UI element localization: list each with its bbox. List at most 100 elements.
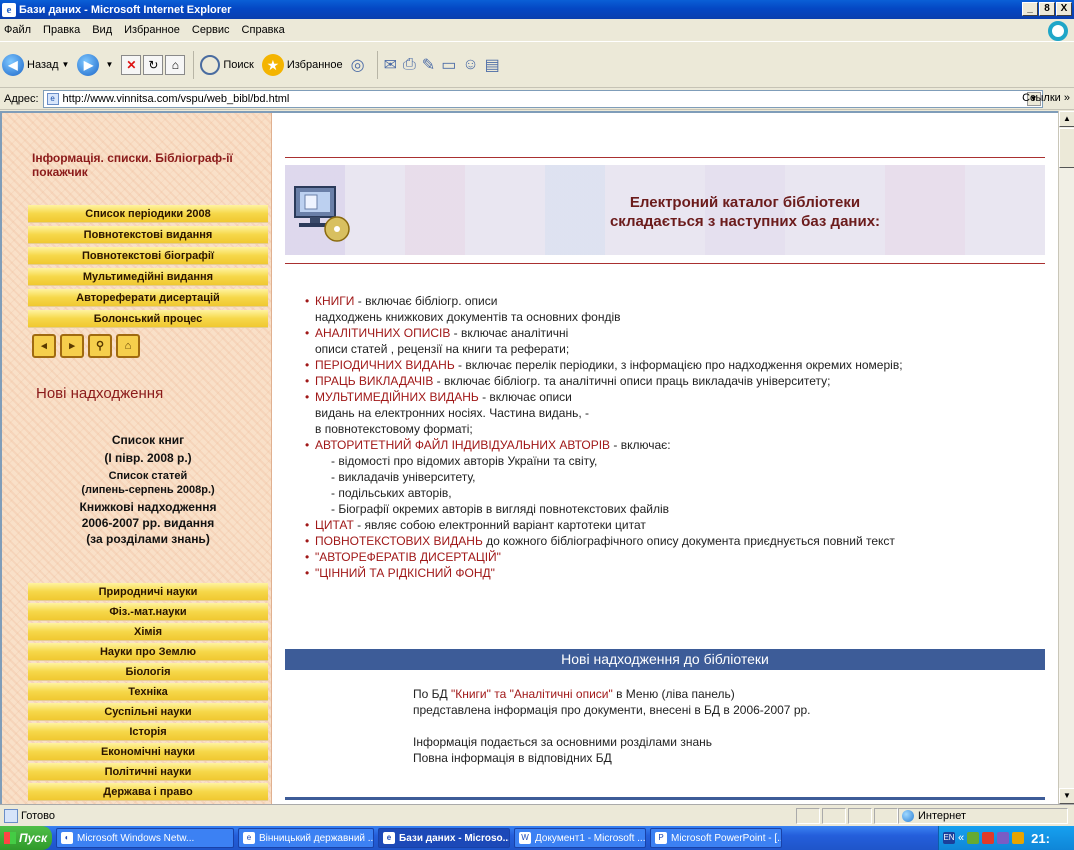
rare-fund-db-link[interactable]: "ЦІННИЙ ТА РІДКІСНИЙ ФОНД": [315, 566, 495, 580]
subject-social-sciences[interactable]: Суспільні науки: [28, 703, 268, 721]
subject-history[interactable]: Історія: [28, 723, 268, 741]
print-icon[interactable]: ⎙: [403, 56, 416, 74]
arrivals-links: Список книг (І півр. 2008 р.) Список ста…: [28, 431, 268, 547]
vertical-scrollbar[interactable]: ▲ ▼: [1058, 111, 1074, 804]
news-line2: представлена інформація про документи, в…: [413, 703, 811, 717]
teachers-db-link[interactable]: ПРАЦЬ ВИКЛАДАЧІВ: [315, 374, 433, 388]
toolbar-separator: [376, 50, 378, 79]
task-button-active[interactable]: e Бази даних - Microso...: [378, 828, 510, 848]
authority-db-link[interactable]: АВТОРИТЕТНИЙ ФАЙЛ ІНДИВІДУАЛЬНИХ АВТОРІВ: [315, 438, 610, 452]
subject-chemistry[interactable]: Хімія: [28, 623, 268, 641]
menu-edit[interactable]: Правка: [43, 24, 80, 36]
refresh-icon[interactable]: ↻: [143, 54, 164, 75]
back-button[interactable]: ◀ Назад ▼: [2, 53, 70, 76]
forward-button[interactable]: ▶ ▼: [77, 53, 113, 76]
news-db-link[interactable]: "Книги" та "Аналітичні описи": [451, 687, 613, 701]
edit-icon[interactable]: ✎: [422, 55, 435, 75]
subject-technology[interactable]: Техніка: [28, 683, 268, 701]
quotes-db-desc: - являє собою електронний варіант картот…: [353, 518, 646, 532]
multimedia-db-link[interactable]: МУЛЬТИМЕДІЙНИХ ВИДАНЬ: [315, 390, 479, 404]
book-arrivals-line2[interactable]: 2006-2007 рр. видання: [28, 515, 268, 531]
scroll-down-arrow-icon[interactable]: ▼: [1059, 788, 1074, 804]
books-list-period[interactable]: (І півр. 2008 р.): [28, 449, 268, 467]
menu-fulltext-editions[interactable]: Повнотекстові видання: [28, 226, 268, 244]
messenger-icon[interactable]: ☺: [462, 56, 478, 74]
fulltext-db-link[interactable]: ПОВНОТЕКСТОВИХ ВИДАНЬ: [315, 534, 483, 548]
periodic-db-desc: - включає перелік періодики, з інформаці…: [454, 358, 903, 372]
menu-favorites[interactable]: Избранное: [124, 24, 180, 36]
subject-earth-sciences[interactable]: Науки про Землю: [28, 643, 268, 661]
media-icon[interactable]: ◎: [351, 55, 365, 75]
task-button[interactable]: ◐ Microsoft Windows Netw...: [56, 828, 234, 848]
tray-expand-icon[interactable]: «: [958, 832, 964, 844]
books-list-link[interactable]: Список книг: [28, 431, 268, 449]
folder-icon[interactable]: ▭: [441, 55, 456, 75]
tray-app-icon[interactable]: [997, 832, 1010, 844]
menu-dissertation-abstracts[interactable]: Автореферати дисертацій: [28, 289, 268, 307]
sitemap-icon[interactable]: ⚲: [88, 334, 112, 358]
authority-sub-item: - Біографії окремих авторів в вигляді по…: [331, 502, 670, 516]
links-label: Ссылки: [1022, 92, 1061, 104]
subject-physics-math[interactable]: Фіз.-мат.науки: [28, 603, 268, 621]
periodic-db-link[interactable]: ПЕРІОДИЧНИХ ВИДАНЬ: [315, 358, 455, 372]
search-button[interactable]: Поиск: [200, 54, 254, 75]
task-button[interactable]: e Вінницький державний ...: [238, 828, 374, 848]
scroll-thumb[interactable]: [1059, 128, 1074, 168]
menu-periodicals-2008[interactable]: Список періодики 2008: [28, 205, 268, 223]
teachers-db-desc: - включає бібліогр. та аналітичні описи …: [433, 374, 831, 388]
menu-help[interactable]: Справка: [242, 24, 285, 36]
task-button[interactable]: P Microsoft PowerPoint - [...: [650, 828, 782, 848]
maximize-button[interactable]: 8: [1039, 2, 1055, 16]
book-arrivals-line3[interactable]: (за розділами знань): [28, 531, 268, 547]
research-icon[interactable]: ▤: [485, 55, 500, 75]
address-input[interactable]: e http://www.vinnitsa.com/vspu/web_bibl/…: [42, 89, 1043, 108]
task-label: Вінницький державний ...: [259, 832, 374, 844]
quotes-db-link[interactable]: ЦИТАТ: [315, 518, 354, 532]
articles-list-link[interactable]: Список статей: [28, 469, 268, 483]
page-icon: e: [46, 92, 59, 105]
favorites-button[interactable]: ★ Избранное: [261, 53, 343, 76]
menu-tools[interactable]: Сервис: [192, 24, 230, 36]
books-db-link[interactable]: КНИГИ: [315, 294, 354, 308]
articles-list-period[interactable]: (липень-серпень 2008р.): [28, 483, 268, 497]
analytic-db-link[interactable]: АНАЛІТИЧНИХ ОПИСІВ: [315, 326, 450, 340]
task-button[interactable]: W Документ1 - Microsoft ...: [514, 828, 646, 848]
stop-icon[interactable]: ✕: [121, 54, 142, 75]
intro-link[interactable]: Інформація. списки. Бібліограф-ії покажч…: [32, 151, 252, 179]
menu-file[interactable]: Файл: [4, 24, 31, 36]
back-dropdown-icon[interactable]: ▼: [62, 60, 70, 69]
subject-biology[interactable]: Біологія: [28, 663, 268, 681]
start-button[interactable]: Пуск: [0, 826, 52, 850]
menu-view[interactable]: Вид: [92, 24, 112, 36]
new-arrivals-bar: Нові надходження до бібліотеки: [285, 649, 1045, 670]
tray-app-icon[interactable]: [967, 832, 980, 844]
menu-multimedia[interactable]: Мультимедійні видання: [28, 268, 268, 286]
subject-economics[interactable]: Економічні науки: [28, 743, 268, 761]
news-line1-post: в Меню (ліва панель): [612, 687, 735, 701]
next-page-icon[interactable]: ▸: [60, 334, 84, 358]
prev-page-icon[interactable]: ◂: [32, 334, 56, 358]
subject-politics[interactable]: Політичні науки: [28, 763, 268, 781]
menu-fulltext-biographies[interactable]: Повнотекстові біографії: [28, 247, 268, 265]
links-button[interactable]: Ссылки »: [1022, 92, 1070, 104]
home-icon[interactable]: ⌂: [165, 54, 186, 75]
authority-sub-item: - викладачів університету,: [331, 470, 476, 484]
home-page-icon[interactable]: ⌂: [116, 334, 140, 358]
book-arrivals-line1[interactable]: Книжкові надходження: [28, 499, 268, 515]
status-text: Готово: [21, 809, 55, 822]
close-button[interactable]: X: [1056, 2, 1072, 16]
toolbar: ◀ Назад ▼ ▶ ▼ ✕ ↻ ⌂ Поиск ★ Избранное ◎ …: [0, 42, 1074, 88]
forward-dropdown-icon[interactable]: ▼: [105, 60, 113, 69]
windows-flag-icon: [4, 832, 16, 844]
mail-icon[interactable]: ✉: [384, 55, 397, 75]
minimize-button[interactable]: _: [1022, 2, 1038, 16]
abstracts-db-link[interactable]: "АВТОРЕФЕРАТІВ ДИСЕРТАЦІЙ": [315, 550, 501, 564]
tray-app-icon[interactable]: [982, 832, 995, 844]
language-indicator[interactable]: EN: [943, 832, 955, 844]
menu-bologna-process[interactable]: Болонський процес: [28, 310, 268, 328]
scroll-up-arrow-icon[interactable]: ▲: [1059, 111, 1074, 127]
subject-state-law[interactable]: Держава і право: [28, 783, 268, 801]
favorites-star-icon: ★: [261, 53, 284, 76]
subject-natural-sciences[interactable]: Природничі науки: [28, 583, 268, 601]
tray-app-icon[interactable]: [1012, 832, 1025, 844]
